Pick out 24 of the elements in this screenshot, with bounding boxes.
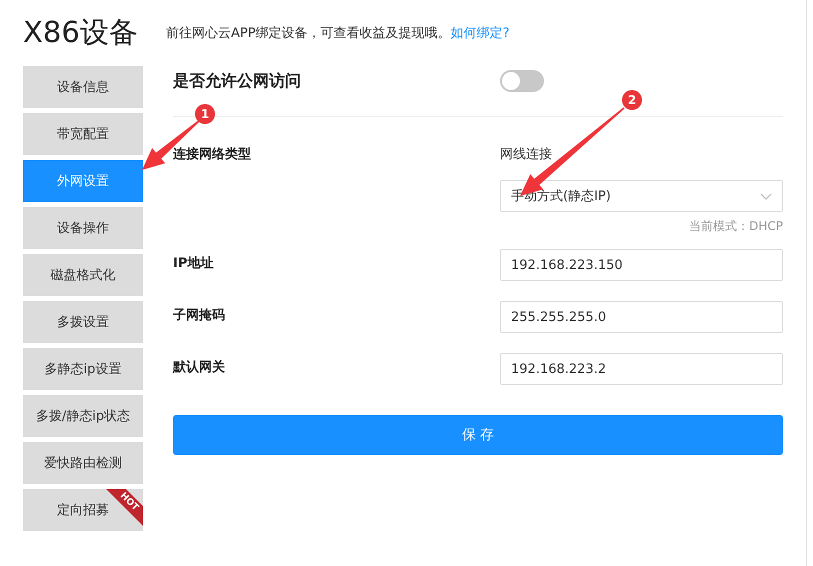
input-field[interactable]: 192.168.223.150 bbox=[500, 249, 783, 281]
bind-notice: 前往网心云APP绑定设备，可查看收益及提现哦。 bbox=[166, 25, 451, 42]
input-field[interactable]: 255.255.255.0 bbox=[500, 301, 783, 333]
input-field[interactable]: 192.168.223.2 bbox=[500, 353, 783, 385]
sidebar-item[interactable]: 多拨/静态ip状态 bbox=[23, 395, 143, 437]
chevron-down-icon bbox=[760, 192, 772, 200]
sidebar-item[interactable]: 多静态ip设置 bbox=[23, 348, 143, 390]
field-label: 子网掩码 bbox=[173, 307, 226, 325]
step-number-badge: 1 bbox=[195, 104, 215, 124]
sidebar-item[interactable]: 爱快路由检测 bbox=[23, 442, 143, 484]
field-label: 默认网关 bbox=[173, 358, 226, 377]
sidebar-item[interactable]: 磁盘格式化 bbox=[23, 254, 143, 296]
connection-type-text: 网线连接 bbox=[500, 146, 553, 163]
public-access-toggle[interactable] bbox=[500, 70, 544, 92]
page-title: X86设备 bbox=[23, 14, 139, 51]
step-number-badge: 2 bbox=[622, 90, 642, 110]
sidebar-item[interactable]: 带宽配置 bbox=[23, 113, 143, 155]
sidebar-item[interactable]: 设备操作 bbox=[23, 207, 143, 249]
sidebar-item[interactable]: 多拨设置 bbox=[23, 301, 143, 343]
public-access-label: 是否允许公网访问 bbox=[173, 70, 302, 92]
connection-type-label: 连接网络类型 bbox=[173, 146, 252, 164]
current-mode-hint: 当前模式：DHCP bbox=[688, 218, 783, 235]
sidebar-item[interactable]: 设备信息 bbox=[23, 66, 143, 108]
field-label: IP地址 bbox=[173, 255, 214, 273]
